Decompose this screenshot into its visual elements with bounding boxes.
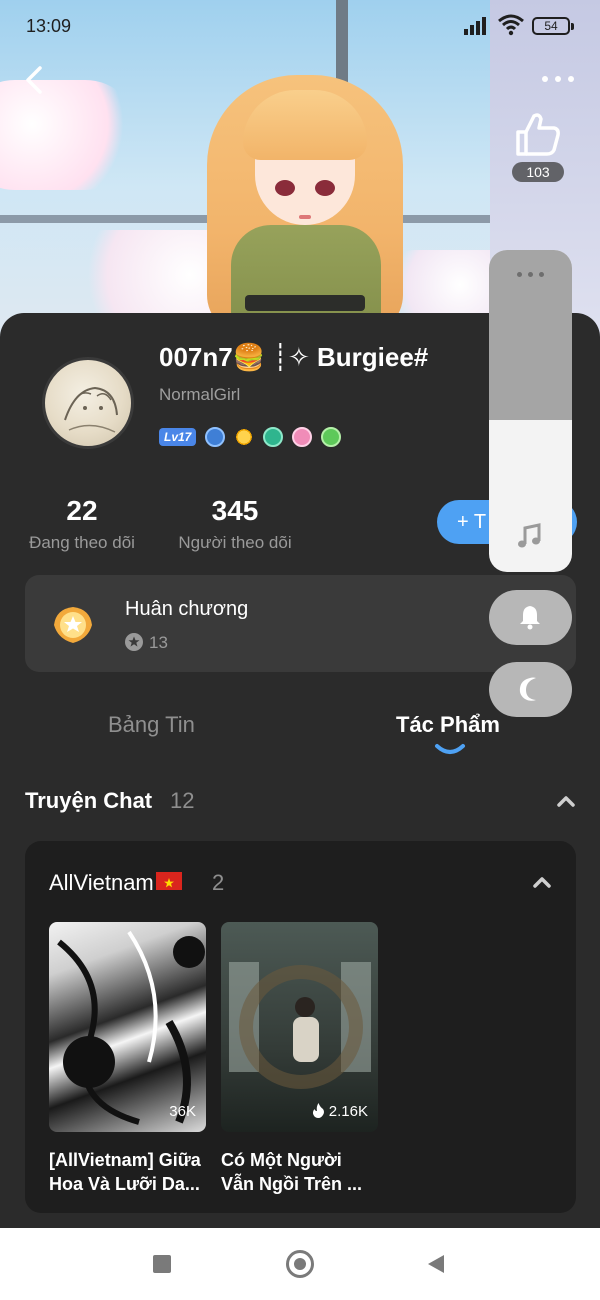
signal-icon xyxy=(464,17,492,35)
followers-count: 345 xyxy=(211,495,259,526)
star-icon xyxy=(125,633,143,651)
blue-gem-badge-icon[interactable] xyxy=(205,427,226,447)
group-count: 2 xyxy=(212,870,225,895)
user-subtitle: NormalGirl xyxy=(159,385,241,404)
story-title-line: Có Một Người xyxy=(221,1150,342,1170)
following-stat[interactable]: 22 Đang theo dõi xyxy=(24,495,140,553)
notification-toggle[interactable] xyxy=(489,590,572,645)
story-views: 2.16K xyxy=(312,1103,368,1120)
moon-icon xyxy=(519,677,536,701)
banner-character-illustration xyxy=(195,65,415,340)
chat-stories-count: 12 xyxy=(170,788,195,813)
status-bar: 13:09 54 xyxy=(0,0,600,50)
music-note-icon[interactable] xyxy=(515,522,545,552)
badge-row: Lv17 xyxy=(159,426,342,448)
medal-count: 13 xyxy=(125,633,168,653)
status-time: 13:09 xyxy=(26,16,72,36)
story-views-value: 2.16K xyxy=(328,1103,368,1120)
medal-icon xyxy=(54,607,92,643)
like-count: 103 xyxy=(512,162,564,182)
battery-icon: 54 xyxy=(532,17,574,35)
chevron-up-icon[interactable] xyxy=(556,794,576,808)
story-cover: 2.16K xyxy=(221,922,378,1132)
sun-badge-icon[interactable] xyxy=(234,427,255,447)
tab-works[interactable]: Tác Phẩm xyxy=(396,712,500,738)
tab-feed[interactable]: Bảng Tin xyxy=(108,712,195,738)
back-icon[interactable] xyxy=(18,62,54,98)
level-badge[interactable]: Lv17 xyxy=(159,428,197,446)
medal-title: Huân chương xyxy=(125,598,249,620)
story-title-line: Vẫn Ngồi Trên ... xyxy=(221,1174,363,1194)
lime-gem-badge-icon[interactable] xyxy=(321,427,342,447)
followers-label: Người theo dõi xyxy=(178,533,292,552)
story-cover: 36K xyxy=(49,922,206,1132)
recent-apps-button[interactable] xyxy=(153,1255,171,1273)
fire-icon xyxy=(312,1103,324,1118)
username: 007n7🍔 ┊✧ Burgiee# xyxy=(159,342,429,372)
dark-mode-toggle[interactable] xyxy=(489,662,572,717)
group-title: AllVietnam xyxy=(49,870,182,896)
chat-stories-title: Truyện Chat xyxy=(25,788,153,813)
more-icon[interactable] xyxy=(540,66,576,90)
story-card[interactable]: 36K [AllVietnam] Giữa Hoa Và Lưỡi Da... xyxy=(49,922,206,1196)
story-title: [AllVietnam] Giữa Hoa Và Lưỡi Da... xyxy=(49,1148,219,1196)
story-title: Có Một Người Vẫn Ngồi Trên ... xyxy=(221,1148,391,1196)
following-count: 22 xyxy=(66,495,98,526)
story-views: 36K xyxy=(169,1103,196,1120)
group-name: AllVietnam xyxy=(49,870,154,895)
bell-icon xyxy=(520,606,540,630)
like-button[interactable]: 103 xyxy=(512,110,564,182)
following-label: Đang theo dõi xyxy=(29,533,135,552)
followers-stat[interactable]: 345 Người theo dõi xyxy=(172,495,298,553)
wifi-icon xyxy=(498,14,524,36)
home-button[interactable] xyxy=(286,1250,314,1278)
medal-count-value: 13 xyxy=(149,633,168,652)
green-gem-badge-icon[interactable] xyxy=(263,427,284,447)
pink-gem-badge-icon[interactable] xyxy=(292,427,313,447)
avatar[interactable] xyxy=(42,357,134,449)
system-back-button[interactable] xyxy=(428,1255,444,1273)
story-title-line: [AllVietnam] Giữa xyxy=(49,1150,201,1170)
panel-more-icon[interactable] xyxy=(517,272,545,280)
story-card[interactable]: 2.16K Có Một Người Vẫn Ngồi Trên ... xyxy=(221,922,378,1196)
thumbs-up-icon xyxy=(516,113,560,156)
active-tab-indicator xyxy=(435,744,465,754)
vietnam-flag-icon xyxy=(155,872,182,890)
story-title-line: Hoa Và Lưỡi Da... xyxy=(49,1174,200,1194)
chevron-up-icon[interactable] xyxy=(532,875,552,889)
